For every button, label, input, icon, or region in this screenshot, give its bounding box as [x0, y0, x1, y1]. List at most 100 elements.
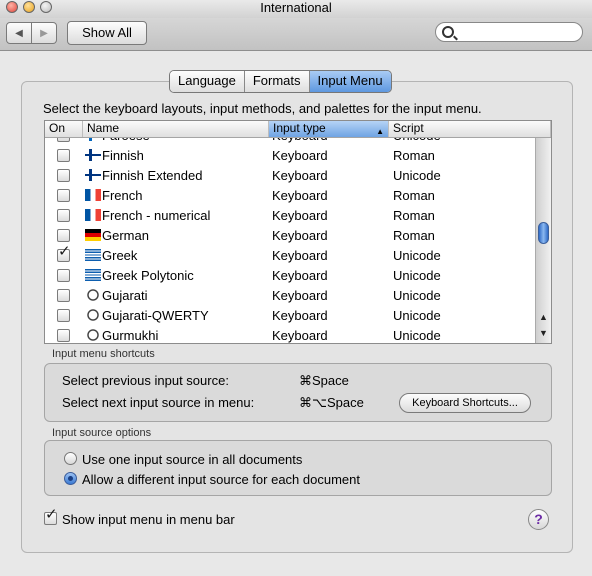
search-field[interactable]: [435, 22, 583, 42]
window-title: International: [260, 0, 332, 15]
scroll-down-arrow-icon[interactable]: ▼: [539, 328, 548, 338]
germany-flag-icon: [85, 229, 101, 241]
source-script: Unicode: [393, 168, 441, 183]
column-script[interactable]: Script: [389, 121, 551, 137]
show-all-button[interactable]: Show All: [67, 21, 147, 45]
per-document-radio[interactable]: [64, 472, 77, 485]
finland-ext-flag-icon: [85, 169, 101, 181]
source-input-type: Keyboard: [272, 228, 328, 243]
tab-input-menu[interactable]: Input Menu: [309, 71, 391, 92]
source-name: Finnish Extended: [102, 168, 203, 183]
source-input-type: Keyboard: [272, 268, 328, 283]
keyboard-shortcuts-button[interactable]: Keyboard Shortcuts...: [399, 393, 531, 413]
column-on[interactable]: On: [45, 121, 83, 137]
toolbar: ◀ ▶ Show All: [0, 18, 592, 51]
options-group-label: Input source options: [52, 427, 152, 439]
source-name: Greek: [102, 248, 138, 263]
enable-checkbox[interactable]: [57, 229, 70, 242]
source-script: Roman: [393, 188, 435, 203]
source-name: Gurmukhi: [102, 328, 159, 343]
forward-arrow-icon[interactable]: ▶: [32, 22, 57, 44]
column-input-type[interactable]: Input type ▲: [269, 121, 389, 137]
table-row[interactable]: German Keyboard Roman: [45, 226, 535, 246]
source-script: Roman: [393, 208, 435, 223]
shortcuts-group-label: Input menu shortcuts: [52, 348, 155, 360]
help-button[interactable]: ?: [528, 509, 549, 530]
window-controls: [6, 1, 57, 17]
table-row[interactable]: Finnish Extended Keyboard Unicode: [45, 166, 535, 186]
source-name: Faroese: [102, 138, 150, 143]
next-source-shortcut: ⌘⌥Space: [299, 395, 364, 410]
enable-checkbox[interactable]: [57, 149, 70, 162]
source-script: Unicode: [393, 288, 441, 303]
tab-formats[interactable]: Formats: [244, 71, 310, 92]
minimize-window-button[interactable]: [23, 1, 35, 13]
source-script: Roman: [393, 228, 435, 243]
table-row[interactable]: Gurmukhi Keyboard Unicode: [45, 326, 535, 343]
search-icon: [442, 26, 454, 38]
france-123-flag-icon: [85, 209, 101, 221]
checkmark-icon: ✓: [45, 506, 58, 523]
row-list: Faroese Keyboard Unicode Finnish Keyboard Rom…: [45, 138, 535, 343]
checkmark-icon: ✓: [58, 243, 71, 260]
close-window-button[interactable]: [6, 1, 18, 13]
enable-checkbox[interactable]: [57, 189, 70, 202]
table-row[interactable]: French Keyboard Roman: [45, 186, 535, 206]
scroll-up-arrow-icon[interactable]: ▲: [539, 312, 548, 322]
previous-source-shortcut: ⌘Space: [299, 373, 349, 388]
enable-checkbox[interactable]: [57, 309, 70, 322]
table-row[interactable]: Gujarati Keyboard Unicode: [45, 286, 535, 306]
options-group: Use one input source in all documents Al…: [44, 440, 552, 496]
enable-checkbox[interactable]: [57, 138, 70, 142]
table-row[interactable]: ✓ Greek Keyboard Unicode: [45, 244, 535, 266]
table-scrollbar[interactable]: ▲ ▼: [535, 138, 551, 343]
one-source-radio[interactable]: [64, 452, 77, 465]
france-flag-icon: [85, 189, 101, 201]
gujarati-flag-icon: [85, 289, 101, 301]
source-name: Gujarati: [102, 288, 148, 303]
finland-flag-icon: [85, 149, 101, 161]
source-input-type: Keyboard: [272, 208, 328, 223]
table-row[interactable]: Faroese Keyboard Unicode: [45, 138, 535, 146]
show-input-menu-checkbox[interactable]: ✓: [44, 507, 58, 525]
back-arrow-icon[interactable]: ◀: [6, 22, 32, 44]
input-sources-table: On Name Input type ▲ Script Faroese Keybo…: [44, 120, 552, 344]
back-forward-control[interactable]: ◀ ▶: [6, 22, 57, 44]
column-name[interactable]: Name: [83, 121, 269, 137]
source-name: French - numerical: [102, 208, 211, 223]
source-input-type: Keyboard: [272, 188, 328, 203]
table-row[interactable]: Gujarati-QWERTY Keyboard Unicode: [45, 306, 535, 326]
source-input-type: Keyboard: [272, 138, 328, 143]
source-input-type: Keyboard: [272, 148, 328, 163]
enable-checkbox[interactable]: [57, 329, 70, 342]
per-document-label: Allow a different input source for each …: [82, 472, 360, 487]
scroll-thumb[interactable]: [538, 222, 549, 244]
source-script: Roman: [393, 148, 435, 163]
table-body: Faroese Keyboard Unicode Finnish Keyboard Rom…: [45, 138, 535, 343]
table-row[interactable]: Greek Polytonic Keyboard Unicode: [45, 266, 535, 286]
tab-language[interactable]: Language: [170, 71, 245, 92]
enable-checkbox[interactable]: [57, 269, 70, 282]
source-script: Unicode: [393, 248, 441, 263]
source-input-type: Keyboard: [272, 328, 328, 343]
source-name: Finnish: [102, 148, 144, 163]
source-input-type: Keyboard: [272, 168, 328, 183]
zoom-window-button[interactable]: [40, 1, 52, 13]
show-input-menu-label: Show input menu in menu bar: [62, 512, 235, 527]
enable-checkbox[interactable]: ✓: [57, 244, 71, 262]
faroe-flag-icon: [85, 138, 101, 141]
source-input-type: Keyboard: [272, 308, 328, 323]
enable-checkbox[interactable]: [57, 169, 70, 182]
table-row[interactable]: Finnish Keyboard Roman: [45, 146, 535, 166]
greece-poly-flag-icon: [85, 269, 101, 281]
source-name: German: [102, 228, 149, 243]
next-source-label: Select next input source in menu:: [62, 395, 255, 410]
source-script: Unicode: [393, 268, 441, 283]
source-script: Unicode: [393, 308, 441, 323]
enable-checkbox[interactable]: [57, 209, 70, 222]
instructions-text: Select the keyboard layouts, input metho…: [43, 101, 482, 116]
table-row[interactable]: French - numerical Keyboard Roman: [45, 206, 535, 226]
enable-checkbox[interactable]: [57, 289, 70, 302]
greece-flag-icon: [85, 249, 101, 261]
source-name: French: [102, 188, 143, 203]
